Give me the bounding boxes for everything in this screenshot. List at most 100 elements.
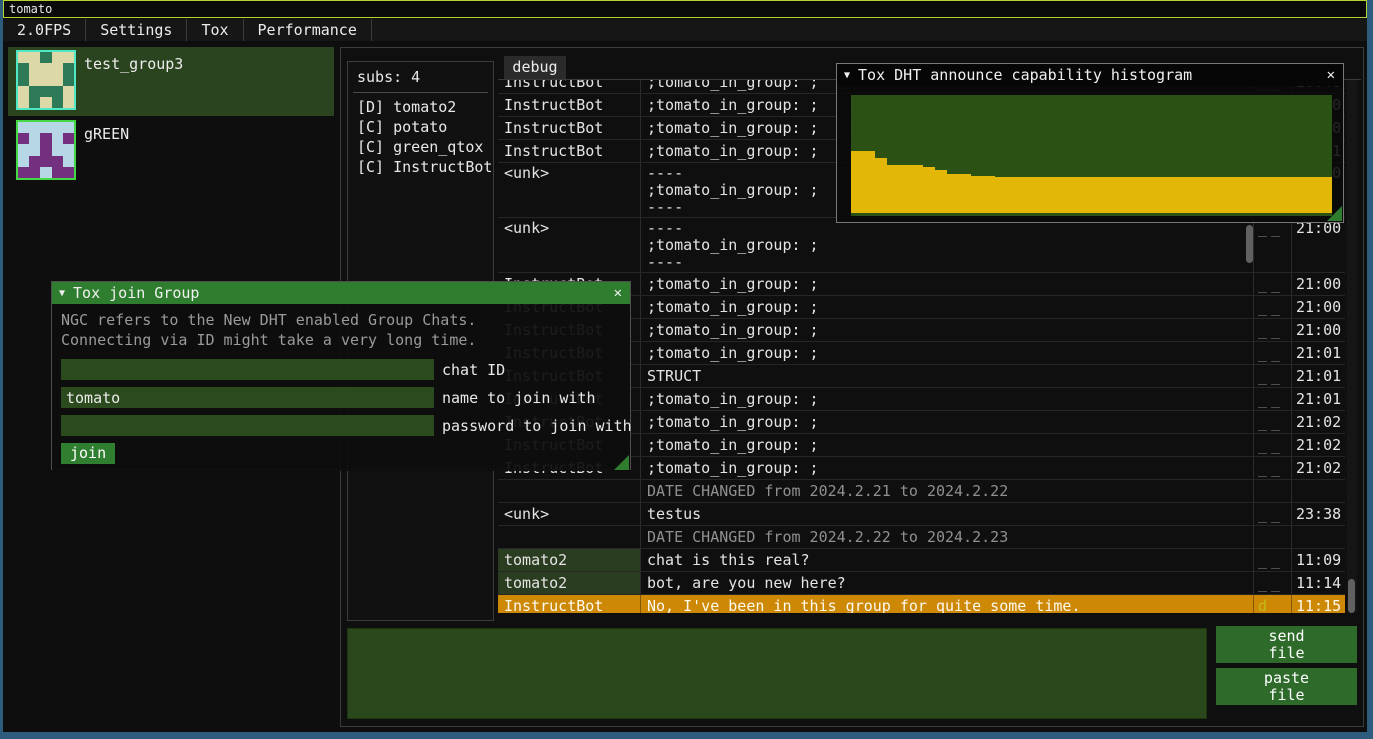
message-author: [498, 480, 641, 502]
member-item-tomato2[interactable]: [D] tomato2: [348, 97, 493, 117]
avatar-pixel: [18, 63, 29, 74]
message-text: No, I've been in this group for quite so…: [641, 595, 1254, 613]
close-icon[interactable]: ✕: [1327, 67, 1335, 83]
menu-separator: [371, 19, 372, 41]
subs-count: subs: 4: [348, 62, 493, 90]
message-row[interactable]: <unk>testus__23:38: [498, 503, 1345, 526]
message-text: ;tomato_in_group: ;: [641, 388, 1254, 410]
message-author: tomato2: [498, 572, 641, 594]
message-row[interactable]: tomato2chat is this real?__11:09: [498, 549, 1345, 572]
avatar: [16, 50, 76, 110]
avatar-pixel: [63, 156, 74, 167]
histogram-window: ▼ Tox DHT announce capability histogram …: [836, 63, 1344, 223]
contact-name: gREEN: [84, 125, 129, 143]
menu-item-settings[interactable]: Settings: [86, 19, 186, 41]
message-flags: __: [1254, 319, 1292, 341]
date-separator-row[interactable]: DATE CHANGED from 2024.2.22 to 2024.2.23: [498, 526, 1345, 549]
avatar-pixel: [29, 122, 40, 133]
message-author: InstructBot: [498, 80, 641, 93]
member-item-InstructBot[interactable]: [C] InstructBot: [348, 157, 493, 177]
avatar-pixel: [18, 97, 29, 108]
scrollbar-thumb[interactable]: [1348, 579, 1355, 613]
date-separator-row[interactable]: DATE CHANGED from 2024.2.21 to 2024.2.22: [498, 480, 1345, 503]
message-time: 21:00: [1292, 319, 1345, 341]
password-input[interactable]: [61, 415, 434, 436]
histogram-bin: [1236, 177, 1248, 213]
message-time: 23:38: [1292, 503, 1345, 525]
chat-id-input[interactable]: [61, 359, 434, 380]
avatar-pixel: [52, 156, 63, 167]
delivery-mark: _: [1258, 505, 1271, 523]
avatar-pixel: [40, 122, 51, 133]
message-text: ;tomato_in_group: ;: [641, 434, 1254, 456]
delivery-mark: _: [1258, 367, 1271, 385]
avatar-pixel: [40, 74, 51, 85]
member-item-green_qtox[interactable]: [C] green_qtox: [348, 137, 493, 157]
collapse-arrow-icon[interactable]: ▼: [844, 70, 850, 81]
message-row[interactable]: <unk>---- ;tomato_in_group: ; ----__21:0…: [498, 218, 1345, 273]
send-file-button[interactable]: send file: [1216, 626, 1357, 663]
message-author: tomato2: [498, 549, 641, 571]
member-item-potato[interactable]: [C] potato: [348, 117, 493, 137]
histogram-bin: [1272, 177, 1284, 213]
delivery-mark: _: [1271, 574, 1284, 592]
delivery-mark: _: [1258, 321, 1271, 339]
avatar-pixel: [52, 122, 63, 133]
message-time: 21:00: [1292, 218, 1345, 272]
message-row[interactable]: tomato2bot, are you new here?__11:14: [498, 572, 1345, 595]
message-author: InstructBot: [498, 117, 641, 139]
join-field-row: password to join with: [61, 415, 630, 436]
message-text: ;tomato_in_group: ;: [641, 457, 1254, 479]
paste-file-label-line1: paste: [1216, 670, 1357, 687]
contact-name: test_group3: [84, 55, 183, 73]
message-time: 21:01: [1292, 365, 1345, 387]
contact-row-test_group3[interactable]: test_group3: [8, 47, 334, 116]
avatar-pixel: [52, 133, 63, 144]
avatar-pixel: [29, 52, 40, 63]
histogram-bin: [1116, 177, 1128, 213]
paste-file-label-line2: file: [1216, 687, 1357, 704]
inner-scrollbar-thumb[interactable]: [1246, 225, 1253, 263]
name-input[interactable]: [61, 387, 434, 408]
window-titlebar[interactable]: tomato: [3, 0, 1367, 18]
menu-item-tox[interactable]: Tox: [187, 19, 242, 41]
message-input[interactable]: [347, 628, 1207, 719]
avatar-pixel: [18, 133, 29, 144]
delivery-mark: d: [1258, 597, 1271, 613]
message-time: 11:09: [1292, 549, 1345, 571]
histogram-bin: [1284, 177, 1296, 213]
menu-item-performance[interactable]: Performance: [244, 19, 371, 41]
histogram-bin: [995, 177, 1007, 213]
join-field-row: name to join with: [61, 387, 630, 408]
join-dialog-body: NGC refers to the New DHT enabled Group …: [52, 304, 630, 471]
delivery-mark: _: [1271, 436, 1284, 454]
join-button[interactable]: join: [61, 443, 115, 464]
histogram-titlebar[interactable]: ▼ Tox DHT announce capability histogram …: [837, 64, 1343, 86]
message-text: ;tomato_in_group: ;: [641, 273, 1254, 295]
collapse-arrow-icon[interactable]: ▼: [59, 288, 65, 299]
avatar-pixel: [29, 144, 40, 155]
join-dialog-titlebar[interactable]: ▼ Tox join Group ✕: [52, 282, 630, 304]
histogram-bin: [1164, 177, 1176, 213]
message-flags: __: [1254, 296, 1292, 318]
avatar-pixel: [63, 74, 74, 85]
delivery-mark: _: [1271, 459, 1284, 477]
close-icon[interactable]: ✕: [614, 285, 622, 301]
paste-file-button[interactable]: paste file: [1216, 668, 1357, 705]
join-dialog-title: Tox join Group: [73, 284, 199, 302]
histogram-bin: [1031, 177, 1043, 213]
avatar-pixel: [52, 86, 63, 97]
delivery-mark: _: [1271, 551, 1284, 569]
menu-bar: 2.0FPSSettingsToxPerformance: [3, 19, 1367, 41]
message-author: <unk>: [498, 163, 641, 217]
histogram-bin: [1176, 177, 1188, 213]
tab-debug[interactable]: debug: [504, 56, 566, 79]
avatar-pixel: [52, 63, 63, 74]
message-row[interactable]: InstructBotNo, I've been in this group f…: [498, 595, 1345, 613]
chat-scrollbar[interactable]: [1347, 80, 1357, 613]
histogram-bin: [1296, 177, 1308, 213]
avatar-pixel: [29, 97, 40, 108]
resize-grip-icon[interactable]: [1327, 206, 1342, 221]
contact-row-gREEN[interactable]: gREEN: [8, 117, 334, 186]
resize-grip-icon[interactable]: [614, 455, 629, 470]
